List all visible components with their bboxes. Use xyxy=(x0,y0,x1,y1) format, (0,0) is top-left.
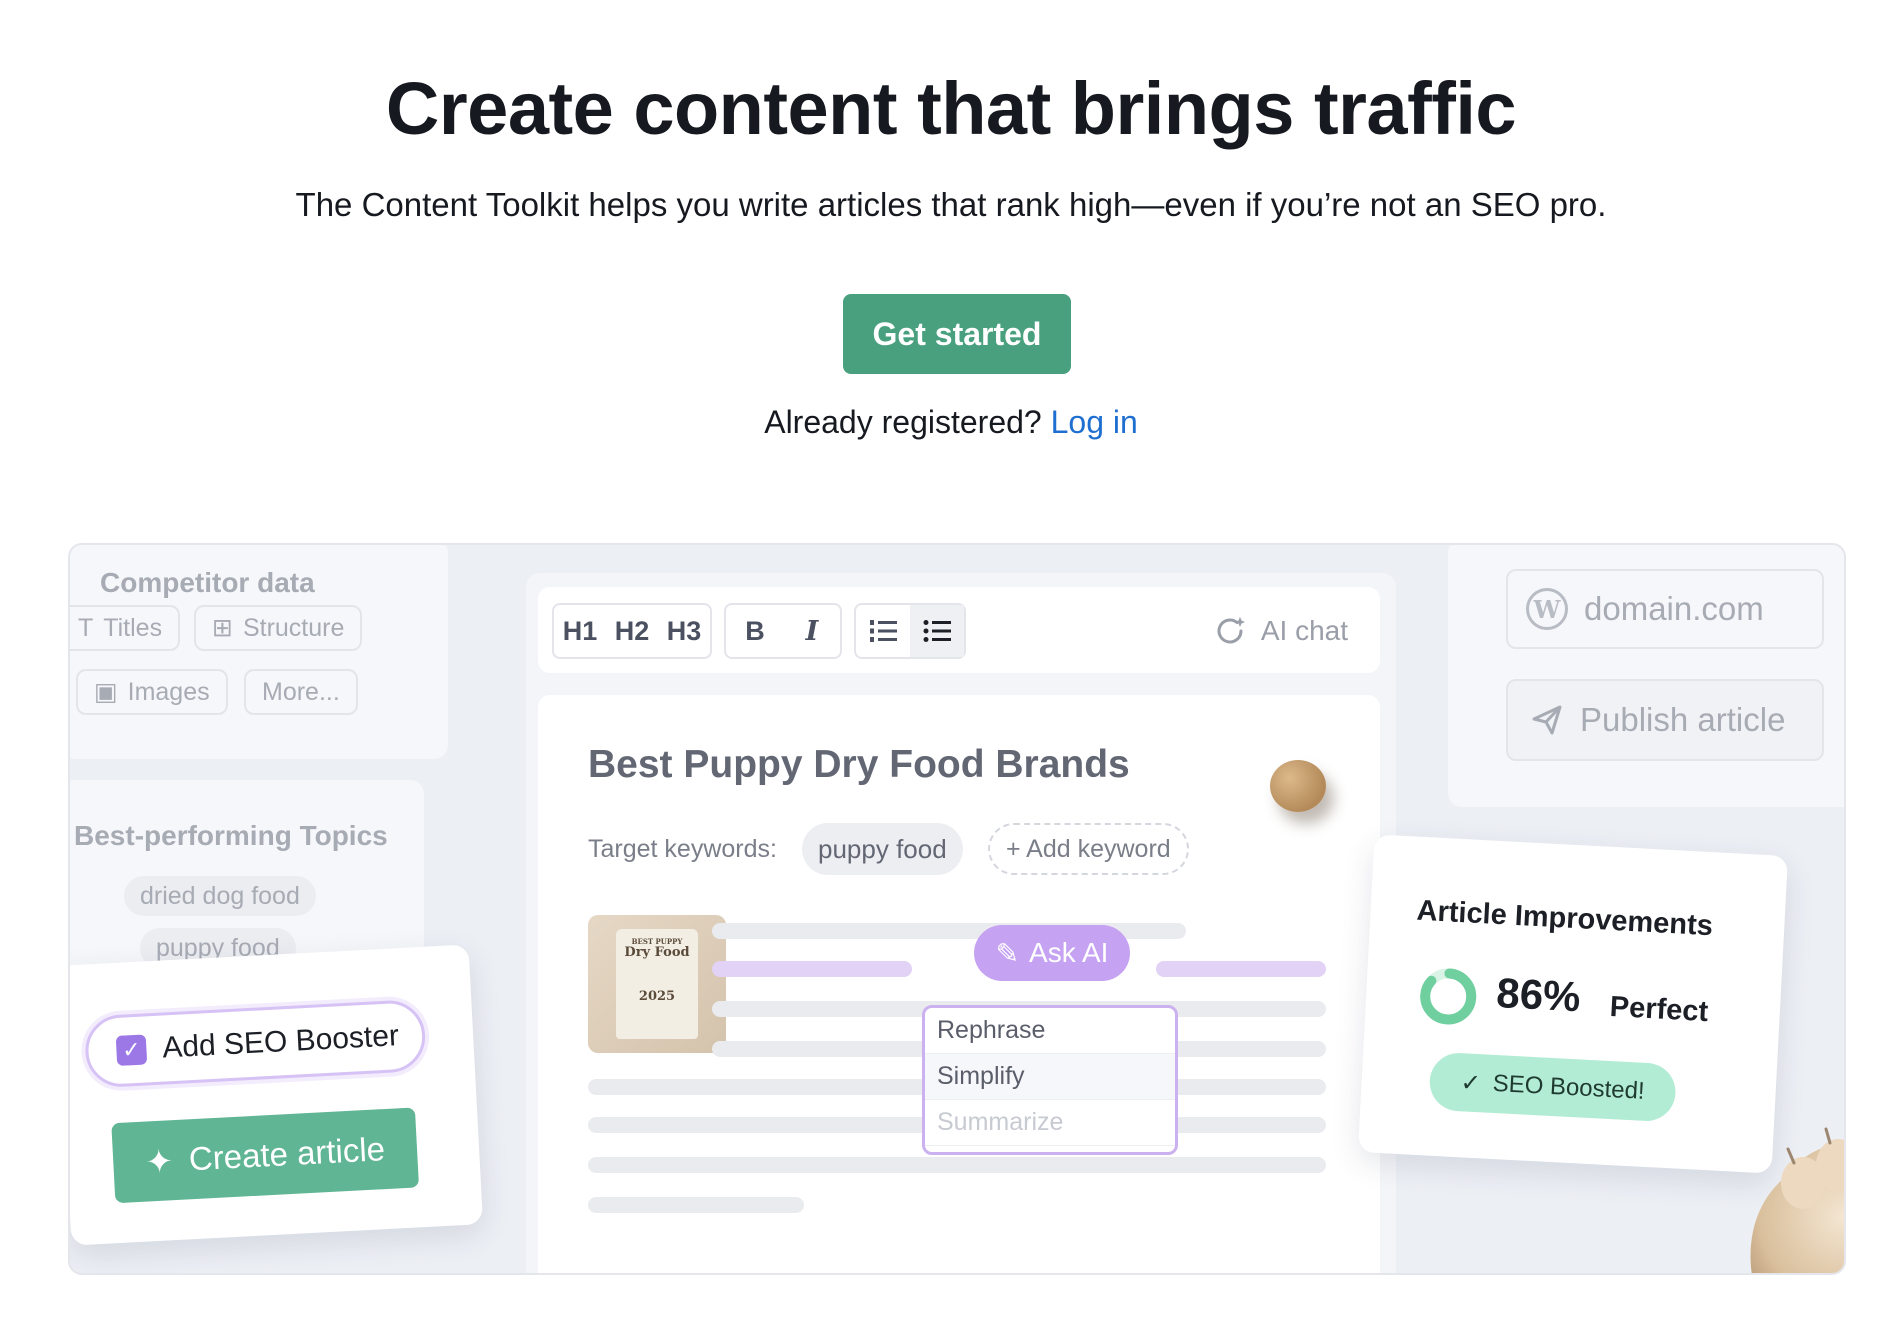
keywords-label: Target keywords: xyxy=(588,835,777,863)
chip-images: ▣ Images xyxy=(76,669,228,715)
create-article-label: Create article xyxy=(187,1130,386,1178)
checkbox-checked-icon: ✓ xyxy=(115,1034,148,1066)
seo-booster-label: Add SEO Booster xyxy=(161,1019,400,1065)
seo-boosted-label: SEO Boosted! xyxy=(1492,1069,1646,1105)
page-subtitle: The Content Toolkit helps you write arti… xyxy=(295,186,1607,223)
publish-panel: W domain.com Publish article xyxy=(1448,545,1844,807)
document-title: Best Puppy Dry Food Brands xyxy=(588,743,1130,786)
ask-ai-button[interactable]: ✎ Ask AI xyxy=(974,925,1130,981)
login-link[interactable]: Log in xyxy=(1051,404,1138,440)
login-line: Already registered? Log in xyxy=(0,404,1902,441)
image-icon: ▣ xyxy=(94,678,118,706)
text-line-placeholder xyxy=(588,1157,1326,1173)
chip-label: Images xyxy=(127,677,210,706)
titles-icon: T xyxy=(78,613,94,642)
ai-chat-button[interactable]: AI chat xyxy=(1213,607,1348,655)
create-article-button[interactable]: ✦ Create article xyxy=(111,1107,420,1204)
chip-structure: ⊞ Structure xyxy=(194,605,363,651)
editor-toolbar: H1 H2 H3 B I AI chat xyxy=(538,587,1380,673)
italic-button[interactable]: I xyxy=(784,605,840,657)
check-icon: ✓ xyxy=(1459,1068,1482,1097)
login-prompt: Already registered? xyxy=(764,404,1042,440)
bag-year: 2025 xyxy=(638,989,676,1004)
score-ring-icon xyxy=(1420,968,1477,1025)
chip-label: More... xyxy=(262,677,340,706)
editor-panel: H1 H2 H3 B I AI chat Best Puppy Dry Food… xyxy=(526,573,1396,1273)
keyword-chip[interactable]: puppy food xyxy=(802,823,963,875)
dog-food-bag: BEST PUPPY Dry Food 2025 xyxy=(616,929,698,1039)
page-title: Create content that brings traffic xyxy=(385,67,1517,150)
send-icon xyxy=(1532,705,1562,735)
chip-more: More... xyxy=(244,669,358,715)
magic-wand-icon: ✎ xyxy=(995,937,1020,969)
chip-titles: T Titles xyxy=(70,605,181,651)
refresh-sparkle-icon xyxy=(1217,617,1245,644)
seo-booster-checkbox[interactable]: ✓ Add SEO Booster xyxy=(83,998,427,1089)
score-percent: 86% xyxy=(1495,969,1582,1021)
publish-article-button[interactable]: Publish article xyxy=(1506,679,1824,761)
selected-line-placeholder xyxy=(1156,961,1326,977)
format-group: B I xyxy=(724,603,842,659)
domain-value: domain.com xyxy=(1584,590,1764,627)
get-started-button[interactable]: Get started xyxy=(843,294,1071,374)
heading-group: H1 H2 H3 xyxy=(552,603,712,659)
menu-item-simplify[interactable]: Simplify xyxy=(925,1054,1175,1100)
kibble-decoration xyxy=(1270,760,1326,812)
list-group xyxy=(854,603,966,659)
h3-button[interactable]: H3 xyxy=(658,605,710,657)
h1-button[interactable]: H1 xyxy=(554,605,606,657)
document-area: Best Puppy Dry Food Brands Target keywor… xyxy=(538,695,1380,1273)
chip-label: Titles xyxy=(103,613,163,642)
product-showcase-illustration: Competitor data T Titles ⊞ Structure ▣ I… xyxy=(68,543,1846,1275)
competitor-data-title: Competitor data xyxy=(100,567,315,598)
seo-booster-card: ✓ Add SEO Booster ✦ Create article xyxy=(70,944,484,1246)
h2-button[interactable]: H2 xyxy=(606,605,658,657)
bold-button[interactable]: B xyxy=(726,605,784,657)
bulleted-list-icon[interactable] xyxy=(910,605,964,657)
chip-label: Structure xyxy=(242,613,345,642)
ai-action-menu: Rephrase Simplify Summarize xyxy=(922,1005,1178,1155)
score-status: Perfect xyxy=(1609,990,1709,1029)
wordpress-icon: W xyxy=(1526,588,1568,630)
domain-field[interactable]: W domain.com xyxy=(1506,569,1824,649)
publish-article-label: Publish article xyxy=(1580,701,1786,738)
menu-item-summarize[interactable]: Summarize xyxy=(925,1100,1175,1146)
topic-tag: dried dog food xyxy=(124,876,316,916)
menu-item-rephrase[interactable]: Rephrase xyxy=(925,1008,1175,1054)
bag-title: Dry Food xyxy=(624,945,690,960)
improvements-title: Article Improvements xyxy=(1415,894,1714,943)
structure-icon: ⊞ xyxy=(212,614,233,642)
topics-title: Best-performing Topics xyxy=(74,820,388,851)
text-line-placeholder xyxy=(588,1197,804,1213)
seo-boosted-badge: ✓ SEO Boosted! xyxy=(1428,1051,1677,1123)
competitor-data-panel: Competitor data T Titles ⊞ Structure ▣ I… xyxy=(70,545,448,759)
ask-ai-label: Ask AI xyxy=(1029,937,1109,968)
selected-line-placeholder xyxy=(712,961,912,977)
product-image: BEST PUPPY Dry Food 2025 xyxy=(588,915,726,1053)
sparkle-icon: ✦ xyxy=(144,1141,174,1181)
numbered-list-icon[interactable] xyxy=(856,605,910,657)
dog-paw-illustration xyxy=(1750,1127,1844,1273)
ai-chat-label: AI chat xyxy=(1260,615,1348,646)
add-keyword-button[interactable]: + Add keyword xyxy=(988,823,1189,875)
